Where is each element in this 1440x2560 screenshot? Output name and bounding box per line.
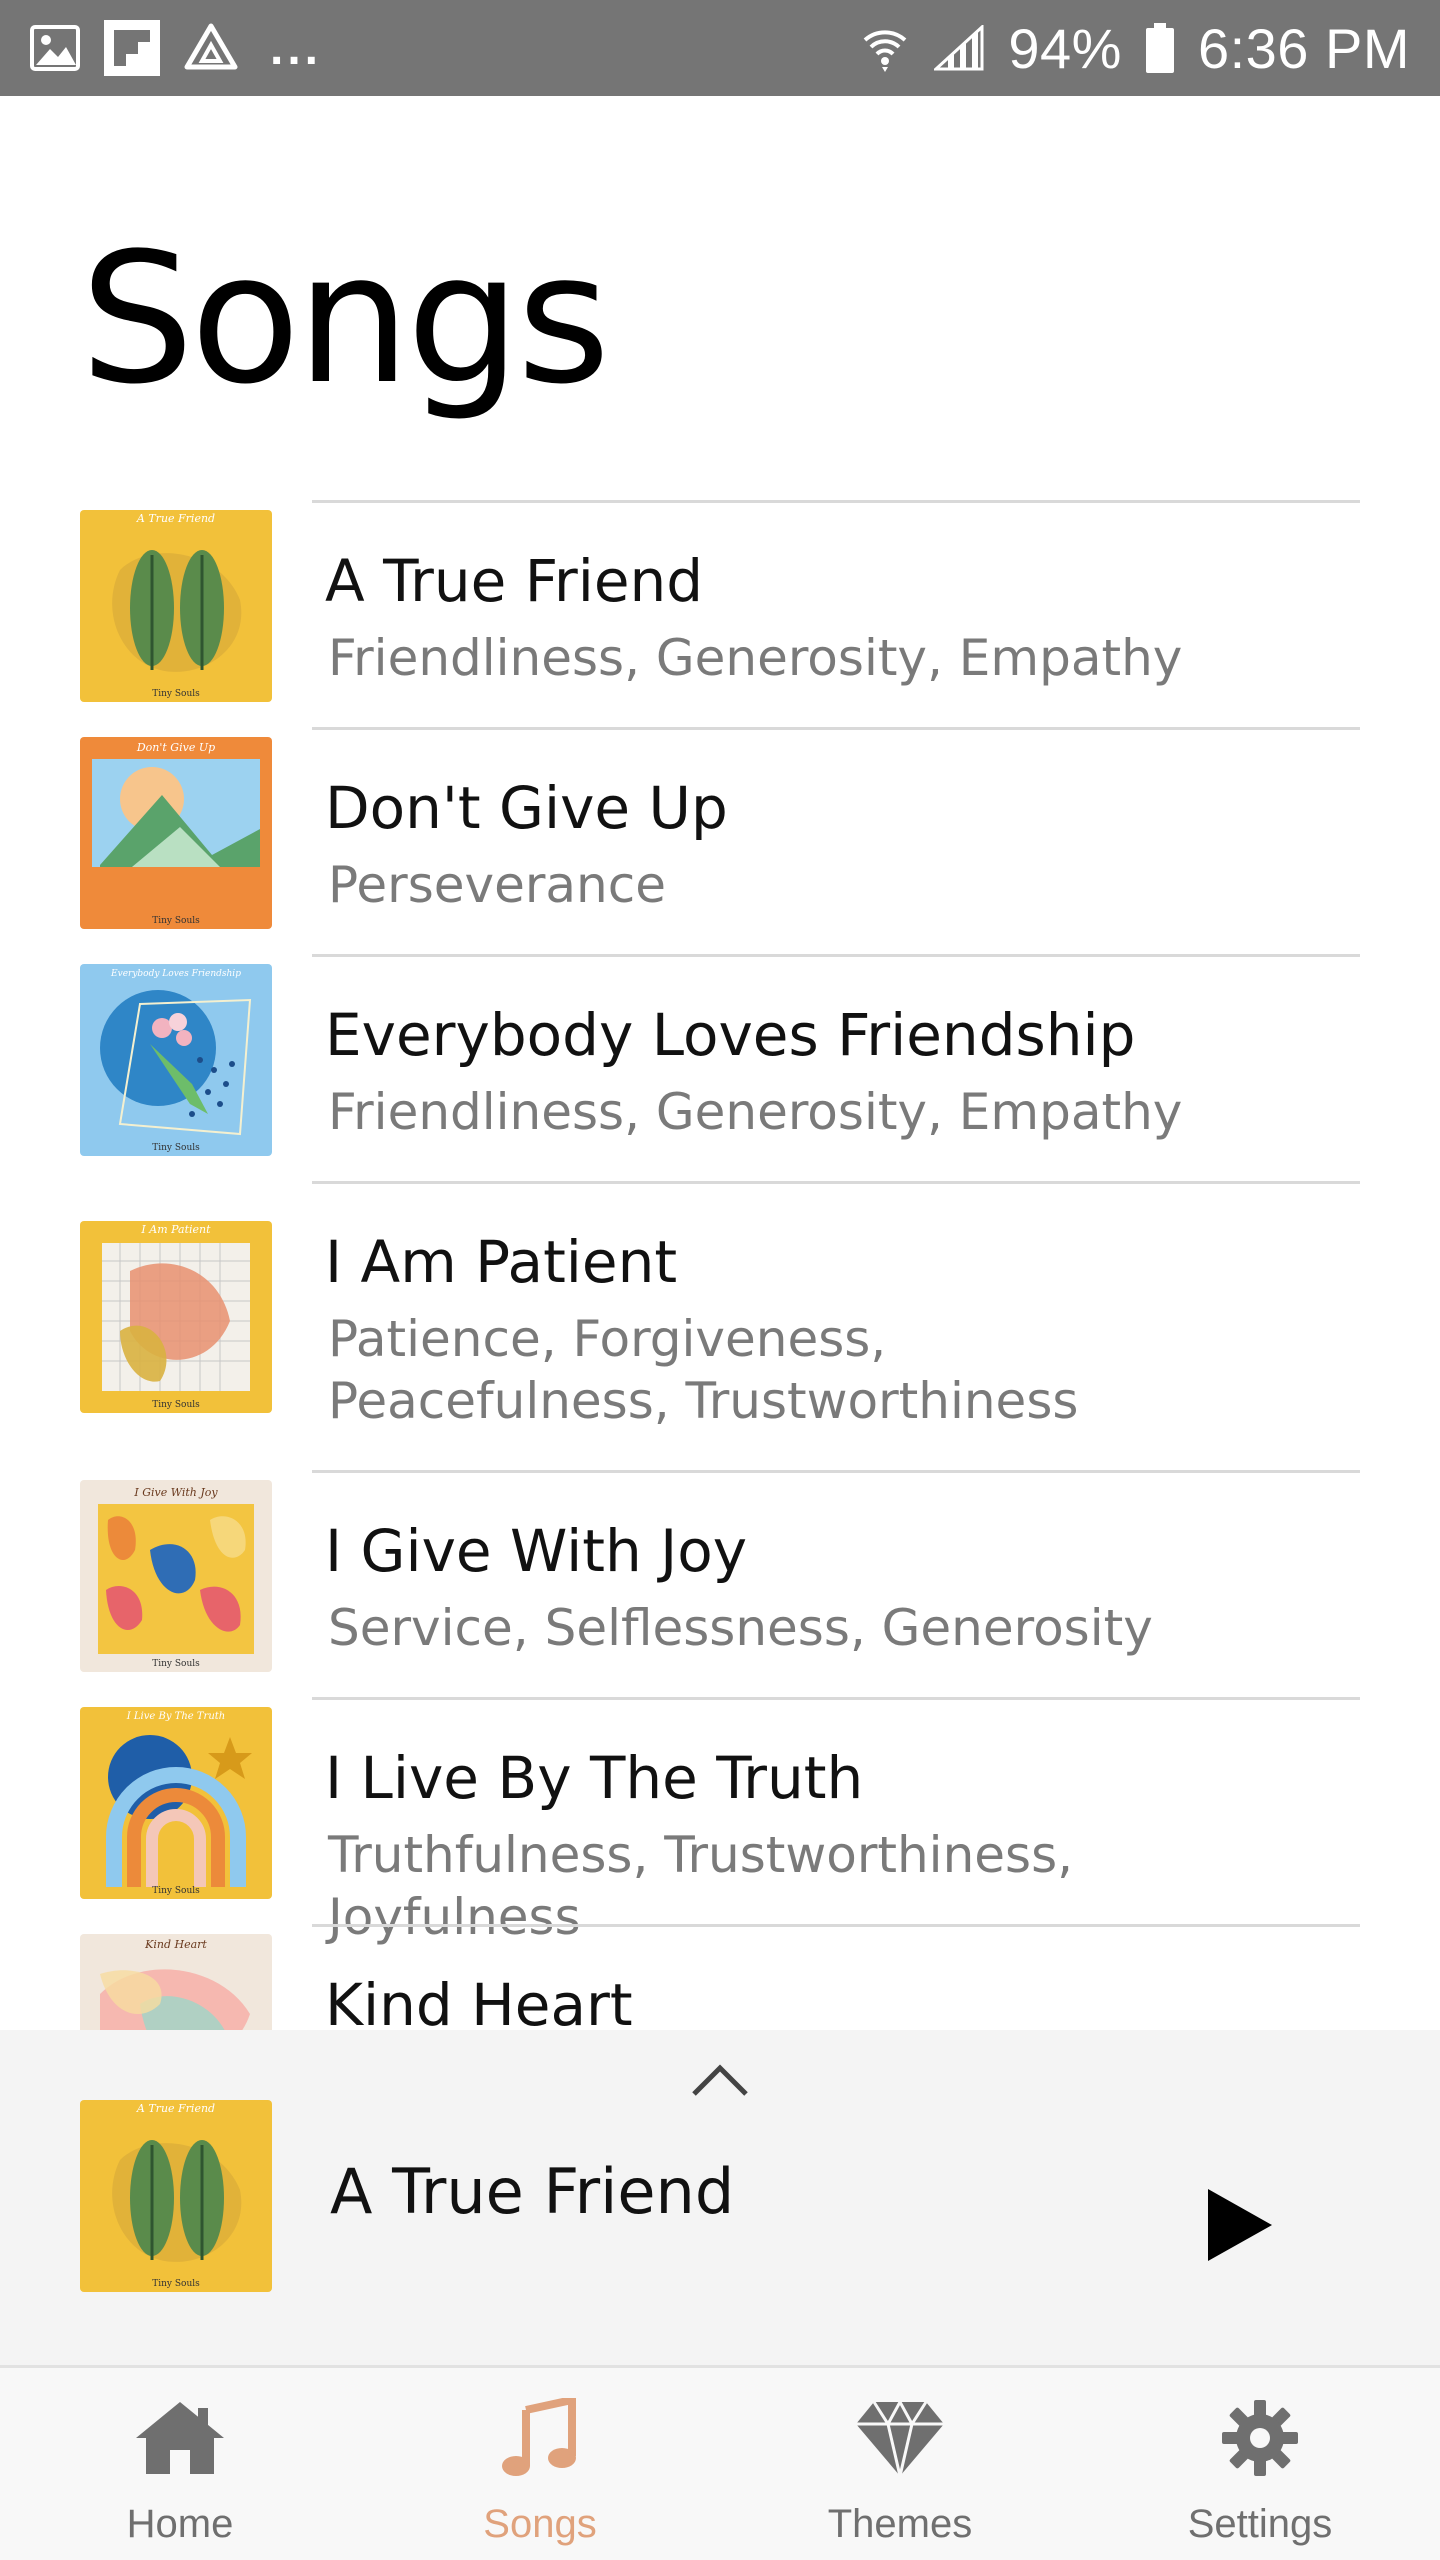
song-title: Don't Give Up [325, 774, 728, 842]
tab-label: Settings [1187, 2502, 1333, 2546]
album-art: I Give With Joy Tiny Souls [80, 1480, 272, 1672]
album-art-title: I Am Patient [140, 1223, 211, 1236]
divider [312, 954, 1360, 957]
song-row-kind-heart[interactable]: Kind Heart Kind Heart [0, 1924, 1440, 2030]
tab-settings[interactable]: Settings [1080, 2368, 1440, 2560]
album-art-title: A True Friend [136, 512, 215, 525]
play-button[interactable] [1200, 2185, 1280, 2265]
battery-icon [1145, 23, 1174, 73]
album-art-title: A True Friend [136, 2102, 215, 2115]
album-art: A True Friend Tiny Souls [80, 510, 272, 702]
song-title: I Am Patient [325, 1228, 678, 1296]
signal-icon [934, 25, 984, 71]
album-art: Don't Give Up Tiny Souls [80, 737, 272, 929]
album-art-title: I Live By The Truth [126, 1711, 225, 1722]
tab-songs[interactable]: Songs [360, 2368, 720, 2560]
song-title: Everybody Loves Friendship [325, 1001, 1136, 1069]
album-art: Everybody Loves Friendship Tiny Souls [80, 964, 272, 1156]
tab-label: Songs [483, 2502, 597, 2546]
album-art-footer: Tiny Souls [152, 2279, 200, 2289]
divider [312, 1697, 1360, 1700]
album-art-title: Don't Give Up [136, 741, 215, 754]
bottom-tab-bar: Home Songs Themes Settings [0, 2365, 1440, 2560]
flipboard-notification-icon [104, 20, 160, 76]
song-title: I Give With Joy [325, 1517, 748, 1585]
diamond-icon [852, 2398, 948, 2478]
album-art-footer: Tiny Souls [152, 1886, 200, 1896]
home-icon [132, 2398, 228, 2478]
album-art: Kind Heart [80, 1934, 272, 2030]
song-themes: Friendliness, Generosity, Empathy [328, 629, 1183, 687]
song-title: I Live By The Truth [325, 1744, 864, 1812]
more-notifications-indicator: ... [270, 21, 323, 75]
gear-icon [1212, 2398, 1308, 2478]
song-list[interactable]: A True Friend Tiny Souls A True Friend F… [0, 500, 1440, 2030]
play-icon [1208, 2189, 1272, 2261]
tab-label: Themes [827, 2502, 973, 2546]
song-title: A True Friend [325, 547, 704, 615]
song-row-i-live-by-the-truth[interactable]: I Live By The Truth Tiny Souls I Live By… [0, 1697, 1440, 1946]
song-row-i-give-with-joy[interactable]: I Give With Joy Tiny Souls I Give With J… [0, 1470, 1440, 1697]
song-themes: Friendliness, Generosity, Empathy [328, 1083, 1183, 1141]
album-art-title: Everybody Loves Friendship [110, 969, 241, 979]
album-art-footer: Tiny Souls [152, 916, 200, 926]
tab-label: Home [126, 2502, 234, 2546]
song-themes: Patience, Forgiveness, Peacefulness, Tru… [328, 1310, 1079, 1430]
album-art-footer: Tiny Souls [152, 1143, 200, 1153]
now-playing-album-art: A True Friend Tiny Souls [80, 2100, 272, 2292]
expand-player-chevron-icon[interactable] [690, 2060, 750, 2100]
now-playing-title: A True Friend [330, 2155, 735, 2228]
album-art-footer: Tiny Souls [152, 1400, 200, 1410]
song-themes: Perseverance [328, 856, 666, 914]
song-row-i-am-patient[interactable]: I Am Patient Tiny Souls I Am Patient Pat… [0, 1181, 1440, 1470]
page-title: Songs [80, 215, 611, 424]
song-row-a-true-friend[interactable]: A True Friend Tiny Souls A True Friend F… [0, 500, 1440, 727]
album-art-footer: Tiny Souls [152, 689, 200, 699]
album-art-title: I Give With Joy [133, 1486, 218, 1499]
tab-home[interactable]: Home [0, 2368, 360, 2560]
clock: 6:36 PM [1197, 16, 1410, 80]
divider [312, 1470, 1360, 1473]
album-art: I Am Patient Tiny Souls [80, 1221, 272, 1413]
drive-notification-icon [184, 23, 238, 73]
divider [312, 727, 1360, 730]
song-themes: Service, Selflessness, Generosity [328, 1599, 1153, 1657]
wifi-icon [860, 23, 910, 73]
album-art: I Live By The Truth Tiny Souls [80, 1707, 272, 1899]
gallery-notification-icon [30, 25, 80, 71]
mini-player[interactable]: A True Friend Tiny Souls A True Friend [0, 2030, 1440, 2365]
tab-themes[interactable]: Themes [720, 2368, 1080, 2560]
album-art-footer: Tiny Souls [152, 1659, 200, 1669]
song-row-everybody-loves-friendship[interactable]: Everybody Loves Friendship Tiny Souls Ev… [0, 954, 1440, 1181]
battery-percent: 94% [1008, 16, 1122, 80]
divider [312, 500, 1360, 503]
divider [312, 1924, 1360, 1927]
music-note-icon [492, 2398, 588, 2478]
status-bar: ... 94% 6:36 PM [0, 0, 1440, 96]
divider [312, 1181, 1360, 1184]
album-art-title: Kind Heart [144, 1938, 207, 1951]
song-row-dont-give-up[interactable]: Don't Give Up Tiny Souls Don't Give Up P… [0, 727, 1440, 954]
song-title: Kind Heart [325, 1971, 633, 2030]
